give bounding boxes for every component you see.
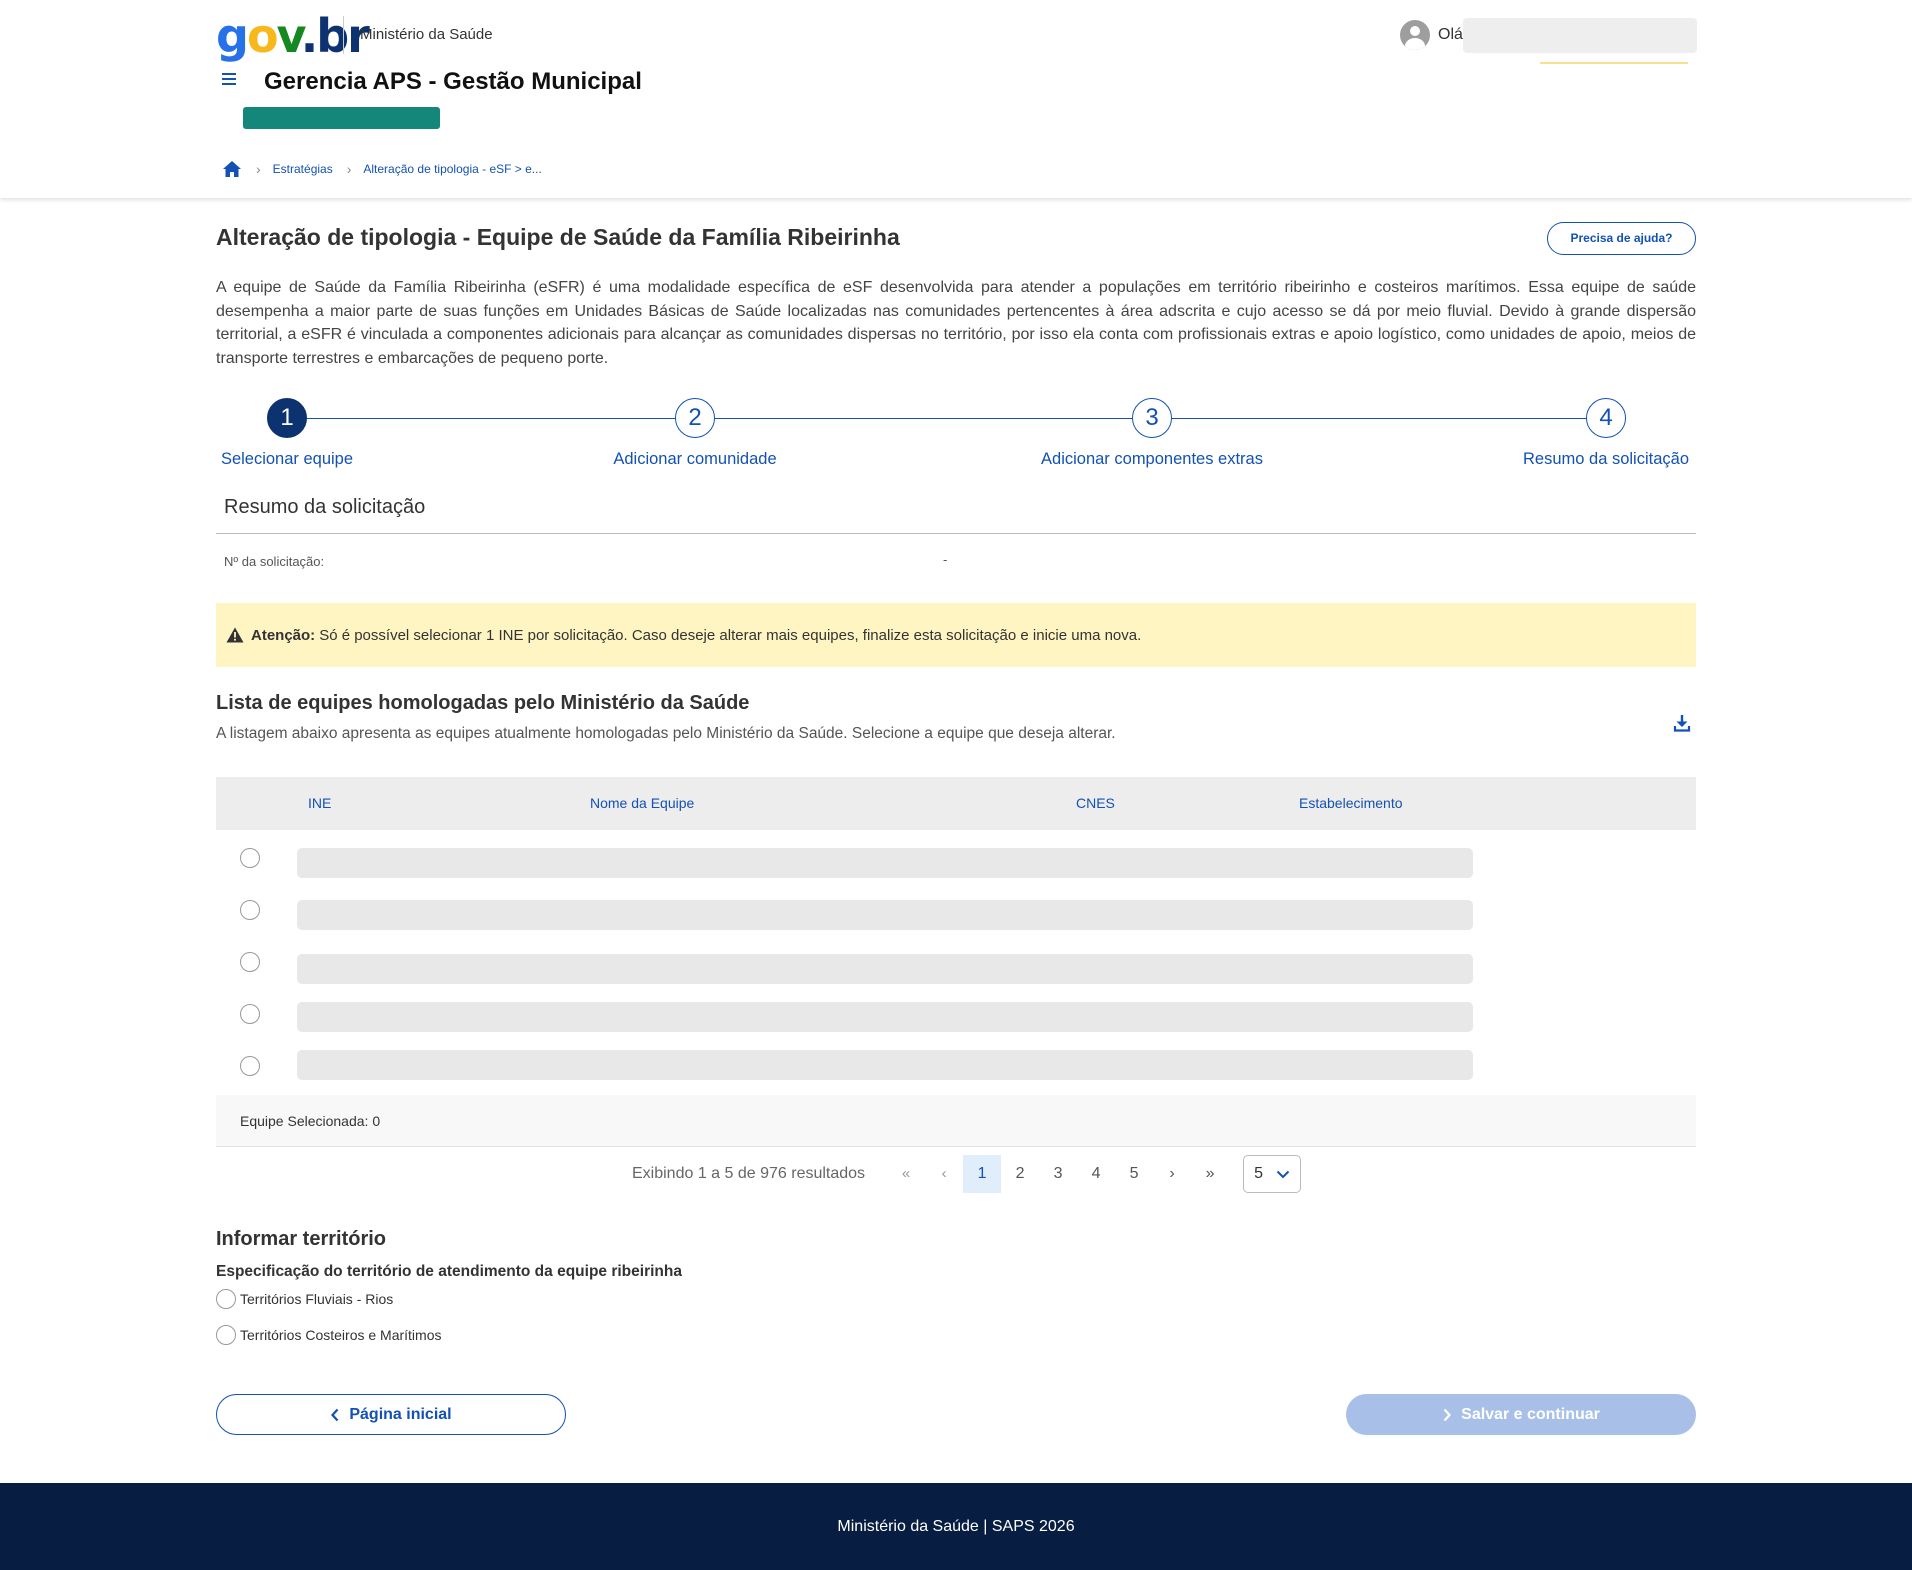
- page-2[interactable]: 2: [1001, 1155, 1039, 1193]
- table-row[interactable]: [216, 1050, 1696, 1108]
- row-select-radio[interactable]: [240, 952, 260, 972]
- site-footer: Ministério da Saúde | SAPS 2026: [0, 1483, 1912, 1570]
- page-3[interactable]: 3: [1039, 1155, 1077, 1193]
- chevron-right-icon: [1443, 1408, 1452, 1421]
- step-4-label: Resumo da solicitação: [1523, 450, 1689, 468]
- column-ine[interactable]: INE: [308, 795, 331, 811]
- save-continue-button[interactable]: Salvar e continuar: [1346, 1394, 1696, 1435]
- warning-alert: Atenção: Só é possível selecionar 1 INE …: [216, 603, 1696, 667]
- row-loading-placeholder: [297, 954, 1473, 984]
- row-loading-placeholder: [297, 1002, 1473, 1032]
- hamburger-menu-icon[interactable]: [222, 70, 242, 88]
- stepper: 1 Selecionar equipe 2 Adicionar comunida…: [216, 398, 1696, 468]
- table-row[interactable]: [216, 952, 1696, 1004]
- chevron-right-icon: ›: [256, 161, 261, 177]
- chevron-down-icon: [1276, 1170, 1290, 1178]
- step-2[interactable]: 2 Adicionar comunidade: [606, 398, 784, 469]
- next-page-icon[interactable]: ›: [1153, 1155, 1191, 1193]
- territory-coastal-radio[interactable]: [216, 1325, 236, 1345]
- user-name-redacted: [1463, 18, 1697, 53]
- page-size-select[interactable]: 5: [1243, 1155, 1302, 1193]
- step-3-circle: 3: [1132, 398, 1172, 438]
- step-4[interactable]: 4 Resumo da solicitação: [1516, 398, 1696, 469]
- step-2-circle: 2: [675, 398, 715, 438]
- alert-strong-label: Atenção:: [251, 626, 316, 644]
- territory-option-coastal[interactable]: Territórios Costeiros e Marítimos: [216, 1325, 442, 1345]
- logo-divider: [343, 16, 344, 54]
- territory-fluvial-label: Territórios Fluviais - Rios: [240, 1291, 394, 1307]
- step-1-label: Selecionar equipe: [220, 450, 354, 468]
- site-header: gov.br Ministério da Saúde Olá Gerencia …: [0, 0, 1912, 198]
- save-continue-label: Salvar e continuar: [1461, 1405, 1600, 1423]
- step-1-circle: 1: [267, 398, 307, 438]
- territory-spec-label: Especificação do território de atendimen…: [216, 1263, 682, 1280]
- request-number-label: Nº da solicitação:: [224, 554, 325, 569]
- page-title: Alteração de tipologia - Equipe de Saúde…: [216, 224, 900, 250]
- page-4[interactable]: 4: [1077, 1155, 1115, 1193]
- row-loading-placeholder: [297, 848, 1473, 878]
- column-team-name[interactable]: Nome da Equipe: [590, 795, 694, 811]
- row-select-radio[interactable]: [240, 1056, 260, 1076]
- territory-option-fluvial[interactable]: Territórios Fluviais - Rios: [216, 1289, 393, 1309]
- ministry-name: Ministério da Saúde: [360, 26, 493, 43]
- pagination: Exibindo 1 a 5 de 976 resultados « ‹ 1 2…: [632, 1155, 1302, 1193]
- teams-table: INE Nome da Equipe CNES Estabelecimento …: [216, 777, 1696, 1147]
- profile-badge: [243, 107, 440, 129]
- table-row[interactable]: [216, 900, 1696, 952]
- step-3[interactable]: 3 Adicionar componentes extras: [1031, 398, 1273, 469]
- home-page-button[interactable]: Página inicial: [216, 1394, 566, 1435]
- prev-page-icon[interactable]: ‹: [925, 1155, 963, 1193]
- row-select-radio[interactable]: [240, 900, 260, 920]
- user-menu[interactable]: Olá: [1400, 20, 1463, 50]
- request-number-value: -: [943, 552, 948, 567]
- table-row[interactable]: [216, 1002, 1696, 1056]
- table-header: INE Nome da Equipe CNES Estabelecimento: [216, 777, 1696, 830]
- pagination-info: Exibindo 1 a 5 de 976 resultados: [632, 1165, 866, 1182]
- page-5[interactable]: 5: [1115, 1155, 1153, 1193]
- territory-fluvial-radio[interactable]: [216, 1289, 236, 1309]
- user-underline: [1540, 62, 1688, 64]
- summary-divider: [216, 533, 1696, 534]
- last-page-icon[interactable]: »: [1191, 1155, 1229, 1193]
- step-1[interactable]: 1 Selecionar equipe: [216, 398, 358, 469]
- home-page-button-label: Página inicial: [349, 1405, 452, 1423]
- breadcrumb-current[interactable]: Alteração de tipologia - eSF > e...: [363, 162, 541, 176]
- first-page-icon[interactable]: «: [887, 1155, 925, 1193]
- team-list-title: Lista de equipes homologadas pelo Minist…: [216, 692, 750, 714]
- territory-coastal-label: Territórios Costeiros e Marítimos: [240, 1327, 442, 1343]
- page-1[interactable]: 1: [963, 1155, 1002, 1193]
- step-3-label: Adicionar componentes extras: [1041, 450, 1263, 468]
- breadcrumb-estrategias[interactable]: Estratégias: [273, 162, 333, 176]
- chevron-left-icon: [331, 1408, 339, 1421]
- page-description: A equipe de Saúde da Família Ribeirinha …: [216, 279, 1696, 367]
- govbr-logo[interactable]: gov.br: [216, 12, 370, 60]
- summary-title: Resumo da solicitação: [224, 496, 426, 518]
- table-row[interactable]: [216, 848, 1696, 900]
- stepper-line: [286, 418, 1626, 419]
- avatar-icon: [1400, 20, 1430, 50]
- step-2-label: Adicionar comunidade: [613, 450, 777, 468]
- alert-text: Só é possível selecionar 1 INE por solic…: [319, 626, 1142, 644]
- table-body: [216, 830, 1696, 1095]
- column-cnes[interactable]: CNES: [1076, 795, 1115, 811]
- home-icon[interactable]: [222, 160, 242, 178]
- chevron-right-icon: ›: [346, 161, 352, 177]
- breadcrumb: › Estratégias › Alteração de tipologia -…: [222, 160, 542, 178]
- column-establishment[interactable]: Estabelecimento: [1299, 795, 1403, 811]
- download-icon[interactable]: [1672, 713, 1692, 733]
- warning-icon: [226, 627, 244, 643]
- row-loading-placeholder: [297, 1050, 1473, 1080]
- app-title: Gerencia APS - Gestão Municipal: [264, 68, 642, 95]
- help-button[interactable]: Precisa de ajuda?: [1547, 222, 1696, 255]
- step-4-circle: 4: [1586, 398, 1626, 438]
- user-greeting: Olá: [1438, 26, 1463, 43]
- team-list-subtitle: A listagem abaixo apresenta as equipes a…: [216, 725, 1116, 742]
- row-loading-placeholder: [297, 900, 1473, 930]
- territory-title: Informar território: [216, 1228, 387, 1250]
- row-select-radio[interactable]: [240, 848, 260, 868]
- row-select-radio[interactable]: [240, 1004, 260, 1024]
- page-size-value: 5: [1254, 1165, 1263, 1182]
